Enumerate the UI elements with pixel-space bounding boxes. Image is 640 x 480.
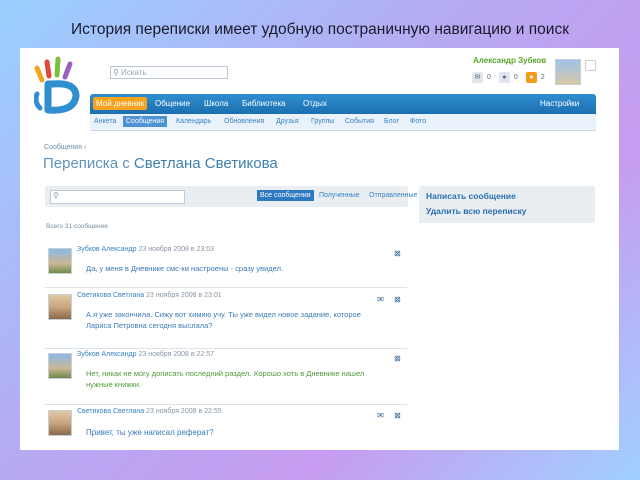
avatar[interactable] <box>48 353 72 379</box>
page-title: Переписка с Светлана Светикова <box>43 155 278 172</box>
message-search-input[interactable]: ⚲ <box>50 190 185 204</box>
message-line: нужные книжки. <box>86 380 141 389</box>
user-name-link[interactable]: Александр Зубков <box>473 56 546 65</box>
delete-icon[interactable]: ⊠ <box>393 249 402 258</box>
message-header: Зубков Александр 23 ноября 2008 в 22:57 <box>77 351 214 358</box>
message-date: 23 ноября 2008 в 23:03 <box>138 246 215 253</box>
search-placeholder: Искать <box>121 68 147 77</box>
message-text: Нет, никак не могу дописать последний ра… <box>86 368 406 390</box>
divider <box>45 404 407 405</box>
subnav-friends[interactable]: Друзья <box>276 118 299 125</box>
message-date: 23 ноября 2008 в 23:01 <box>146 292 222 299</box>
message-line: Да, у меня в Дневнике смс-ки настроены -… <box>86 264 284 273</box>
subnav-profile[interactable]: Анкета <box>94 118 116 125</box>
subnav-photo[interactable]: Фото <box>410 118 426 125</box>
avatar[interactable] <box>48 248 72 274</box>
divider <box>45 287 407 288</box>
slide-title: История переписки имеет удобную пострани… <box>71 21 569 38</box>
message-author[interactable]: Светикова Светлана <box>77 408 144 415</box>
reply-envelope-icon[interactable]: ✉ <box>376 295 385 304</box>
message-author[interactable]: Зубков Александр <box>77 351 137 358</box>
friends-icon[interactable]: ● <box>525 71 537 83</box>
message-line: А я уже закончила. Сижу вот химию учу. Т… <box>86 310 361 319</box>
dnevnik-logo[interactable] <box>34 54 94 116</box>
message-header: Зубков Александр 23 ноября 2008 в 23:03 <box>77 246 214 253</box>
nav-library[interactable]: Библиотека <box>242 99 286 108</box>
user-avatar[interactable] <box>555 59 581 85</box>
message-filter-bar: ⚲ Все сообщения Полученные Отправленные <box>45 186 417 207</box>
external-icon[interactable] <box>585 60 596 71</box>
message-header: Светикова Светлана 23 ноября 2008 в 23:0… <box>77 292 222 299</box>
delete-icon[interactable]: ⊠ <box>393 354 402 363</box>
search-icon: ⚲ <box>113 68 119 77</box>
message-text: Привет, ты уже написал реферат? <box>86 427 406 438</box>
subnav-updates[interactable]: Обновления <box>224 118 264 125</box>
subnav-events[interactable]: События <box>345 118 374 125</box>
message-item: Светикова Светлана 23 ноября 2008 в 23:0… <box>45 292 407 349</box>
message-date: 23 ноября 2008 в 22:55 <box>146 408 222 415</box>
nav-my-diary[interactable]: Мой дневник <box>93 97 148 110</box>
message-line: Нет, никак не могу дописать последний ра… <box>86 369 365 378</box>
message-header: Светикова Светлана 23 ноября 2008 в 22:5… <box>77 408 222 415</box>
nav-settings[interactable]: Настройки <box>540 99 579 108</box>
message-item: Зубков Александр 23 ноября 2008 в 23:03 … <box>45 246 407 288</box>
search-input[interactable]: ⚲ Искать <box>110 66 228 79</box>
subnav-blog[interactable]: Блог <box>384 118 399 125</box>
subnav-calendar[interactable]: Календарь <box>176 118 211 125</box>
person-icon[interactable]: ● <box>498 71 510 83</box>
message-item: Светикова Светлана 23 ноября 2008 в 22:5… <box>45 408 407 448</box>
nav-leisure[interactable]: Отдых <box>303 99 327 108</box>
main-nav: Мой дневник Общение Школа Библиотека Отд… <box>90 94 596 114</box>
requests-counter: 0 <box>513 73 518 81</box>
message-author[interactable]: Светикова Светлана <box>77 292 144 299</box>
avatar[interactable] <box>48 410 72 436</box>
nav-school[interactable]: Школа <box>204 99 228 108</box>
reply-envelope-icon[interactable]: ✉ <box>376 411 385 420</box>
correspondent-name[interactable]: Светлана Светикова <box>134 155 278 172</box>
delete-all-link[interactable]: Удалить всю переписку <box>426 206 526 216</box>
diary-screenshot: ⚲ Искать Александр Зубков ✉ 0 ● 0 ● 2 Мой… <box>20 48 619 450</box>
message-author[interactable]: Зубков Александр <box>77 246 137 253</box>
breadcrumb[interactable]: Сообщения › <box>44 144 86 151</box>
message-item: Зубков Александр 23 ноября 2008 в 22:57 … <box>45 351 407 405</box>
tab-received[interactable]: Полученные <box>319 192 360 199</box>
avatar[interactable] <box>48 294 72 320</box>
message-line: Привет, ты уже написал реферат? <box>86 428 214 437</box>
envelope-icon[interactable]: ✉ <box>472 71 483 83</box>
sub-nav: Анкета Сообщения Календарь Обновления Др… <box>90 114 596 131</box>
side-actions-panel: Написать сообщение Удалить всю переписку <box>419 186 595 223</box>
page-title-prefix: Переписка с <box>43 155 134 172</box>
tab-sent[interactable]: Отправленные <box>369 192 417 199</box>
message-date: 23 ноября 2008 в 22:57 <box>138 351 215 358</box>
tab-all-messages[interactable]: Все сообщения <box>257 190 314 201</box>
friends-counter: 2 <box>540 73 545 81</box>
message-text: Да, у меня в Дневнике смс-ки настроены -… <box>86 263 406 274</box>
divider <box>45 348 407 349</box>
message-text: А я уже закончила. Сижу вот химию учу. Т… <box>86 309 406 331</box>
subnav-messages[interactable]: Сообщения <box>123 116 167 127</box>
subnav-groups[interactable]: Группы <box>311 118 334 125</box>
delete-icon[interactable]: ⊠ <box>393 295 402 304</box>
nav-communication[interactable]: Общение <box>155 99 190 108</box>
user-counters: ✉ 0 ● 0 ● 2 <box>472 70 545 84</box>
write-message-link[interactable]: Написать сообщение <box>426 191 516 201</box>
message-count: Всего 31 сообщение <box>46 223 108 230</box>
search-icon: ⚲ <box>53 191 59 200</box>
message-line: Лариса Петровна сегодня выслала? <box>86 321 213 330</box>
delete-icon[interactable]: ⊠ <box>393 411 402 420</box>
messages-counter: 0 <box>487 73 491 81</box>
